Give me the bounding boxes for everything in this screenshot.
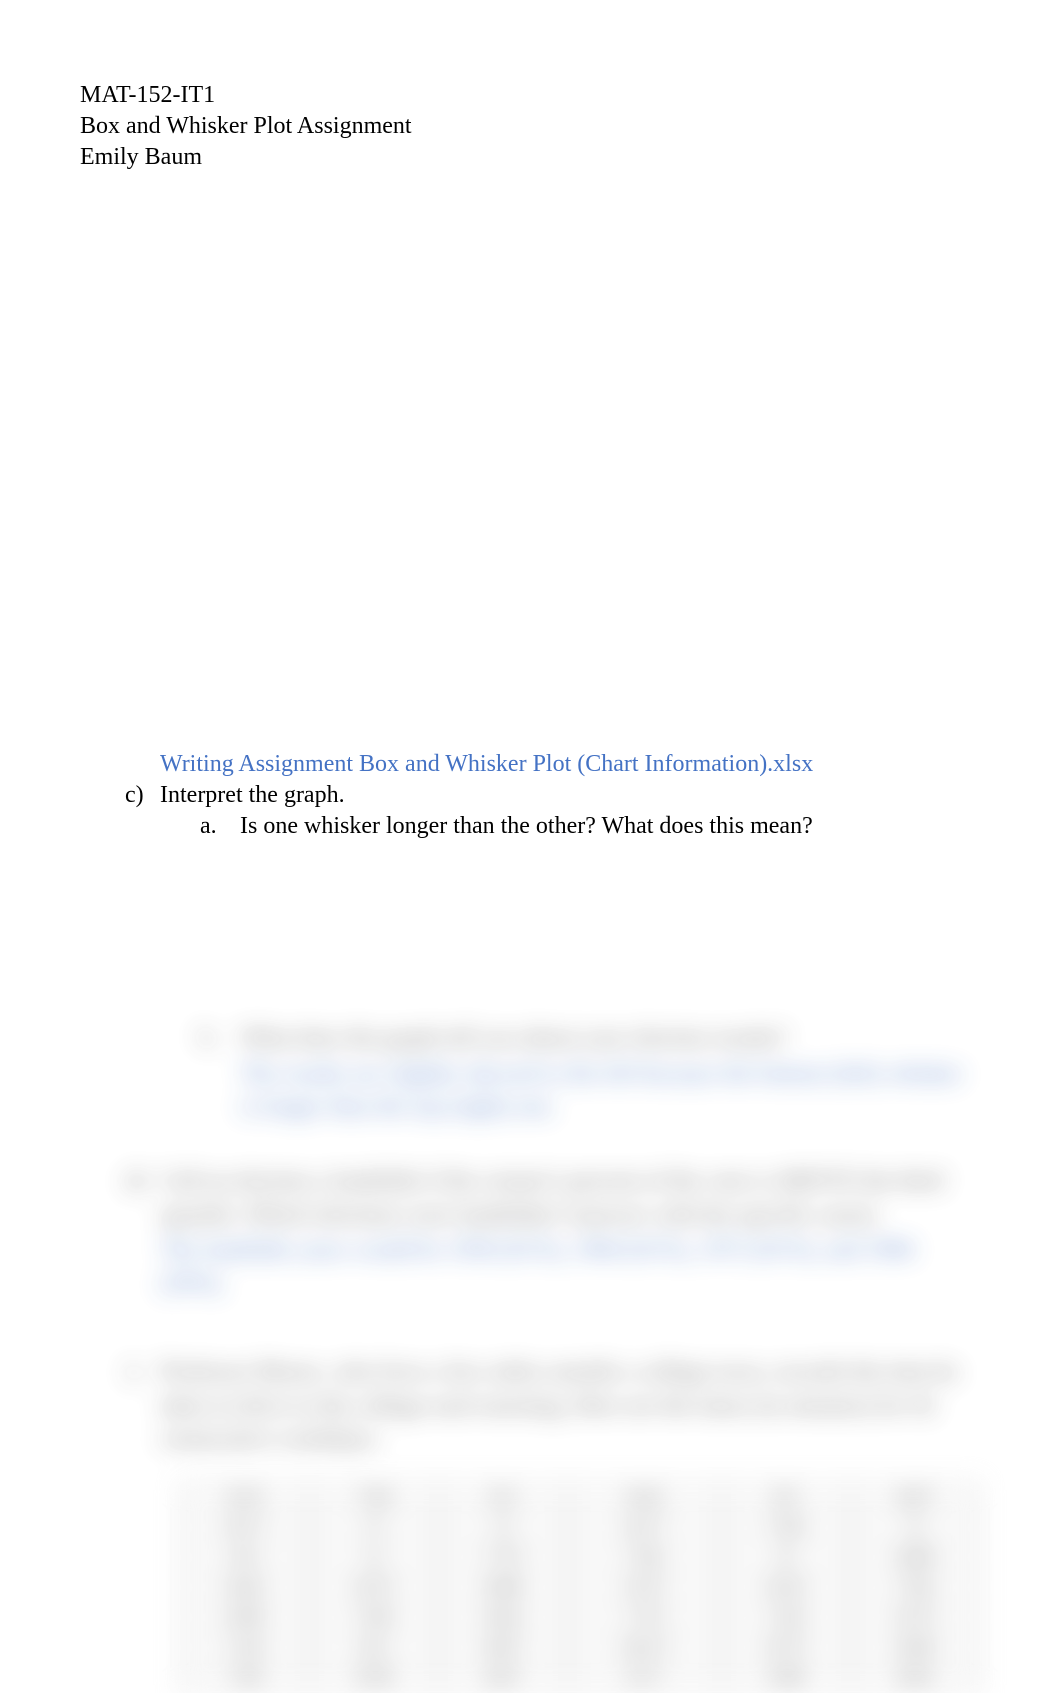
table-cell: 8.5 — [721, 1483, 850, 1513]
student-name: Emily Baum — [80, 142, 982, 173]
table-cell: 7.75 — [439, 1543, 568, 1573]
table-row: 8.257.838.38.428.58.67 — [181, 1483, 980, 1513]
table-cell: 8.42 — [568, 1483, 722, 1513]
list-text-c: Interpret the graph. — [160, 780, 345, 811]
assignment-title: Box and Whisker Plot Assignment — [80, 111, 982, 142]
blur-marker-d: d) — [125, 1165, 160, 1301]
table-cell: 8.17 — [568, 1513, 722, 1543]
table-cell: 7.83 — [310, 1603, 439, 1633]
table-cell: 8.58 — [181, 1603, 310, 1633]
blank-space — [80, 174, 982, 749]
table-cell: 7.92 — [721, 1513, 850, 1543]
table-cell: 7.83 — [181, 1663, 310, 1693]
table-cell: 8.08 — [439, 1573, 568, 1603]
table-row: 8.428.758.089.758.337.92 — [181, 1573, 980, 1603]
table-cell: 9.75 — [568, 1573, 722, 1603]
table-cell: 8.17 — [181, 1513, 310, 1543]
attachment-link[interactable]: Writing Assignment Box and Whisker Plot … — [160, 749, 982, 780]
table-cell: 8.33 — [721, 1573, 850, 1603]
table-cell: 9 — [310, 1543, 439, 1573]
table-cell: 8.67 — [439, 1633, 568, 1663]
table-cell: 9 — [439, 1513, 568, 1543]
list-text-a: Is one whisker longer than the other? Wh… — [240, 811, 813, 842]
table-cell: 8.5 — [310, 1633, 439, 1663]
table-cell: 7.42 — [721, 1603, 850, 1633]
blurred-preview-section: b. What does the graph tell you about yo… — [80, 1022, 982, 1693]
table-cell: 9.17 — [568, 1663, 722, 1693]
table-cell: 6.75 — [850, 1603, 979, 1633]
blur-item-b: b. What does the graph tell you about yo… — [200, 1022, 982, 1125]
table-row: 7.428.58.6710.178.758.58 — [181, 1633, 980, 1663]
table-cell: 8.3 — [439, 1483, 568, 1513]
table-cell: 8.5 — [181, 1543, 310, 1573]
table-cell: 9 — [850, 1513, 979, 1543]
list-marker-a: a. — [200, 811, 240, 842]
table-row: 7.838.588.679.179.088.83 — [181, 1663, 980, 1693]
table-row: 8.597.757.9288.08 — [181, 1543, 980, 1573]
blur-question-b: What does the graph tell you about your … — [240, 1022, 982, 1056]
table-cell: 8.42 — [439, 1603, 568, 1633]
table-row: 8.587.838.427.757.426.75 — [181, 1603, 980, 1633]
table-cell: 9.08 — [721, 1663, 850, 1693]
table-cell: 7.92 — [850, 1573, 979, 1603]
data-table: 8.257.838.38.428.58.678.17998.177.9298.5… — [180, 1482, 980, 1693]
table-cell: 8.75 — [721, 1633, 850, 1663]
blur-question-d: Call an election a landslide if the winn… — [160, 1165, 982, 1232]
table-row: 8.17998.177.929 — [181, 1513, 980, 1543]
list-item-a: a. Is one whisker longer than the other?… — [200, 811, 982, 842]
table-cell: 7.83 — [310, 1483, 439, 1513]
table-cell: 9 — [310, 1513, 439, 1543]
table-cell: 8.67 — [439, 1663, 568, 1693]
table-cell: 8.83 — [850, 1663, 979, 1693]
table-cell: 10.17 — [568, 1633, 722, 1663]
list-item-c: c) Interpret the graph. — [125, 780, 982, 811]
table-cell: 8.58 — [310, 1663, 439, 1693]
table-cell: 7.75 — [568, 1603, 722, 1633]
table-cell: 7.42 — [181, 1633, 310, 1663]
table-cell: 8.42 — [181, 1573, 310, 1603]
table-cell: 8.58 — [850, 1633, 979, 1663]
course-code: MAT-152-IT1 — [80, 80, 982, 111]
blur-answer-b: The results are slightly skewed to the l… — [240, 1058, 982, 1125]
blur-marker-b: b. — [200, 1022, 240, 1125]
blur-text-2: Professor Moore, who lives a few miles o… — [160, 1356, 982, 1457]
table-cell: 8.75 — [310, 1573, 439, 1603]
blur-answer-d: The landslide years would be 1936 (61%),… — [160, 1234, 982, 1301]
table-cell: 8.25 — [181, 1483, 310, 1513]
blur-item-2: 2. Professor Moore, who lives a few mile… — [125, 1356, 982, 1457]
table-cell: 7.92 — [568, 1543, 722, 1573]
list-marker-c: c) — [125, 780, 160, 811]
table-cell: 8.67 — [850, 1483, 979, 1513]
blur-marker-2: 2. — [125, 1356, 160, 1457]
blur-item-d: d) Call an election a landslide if the w… — [125, 1165, 982, 1301]
table-cell: 8.08 — [850, 1543, 979, 1573]
table-cell: 8 — [721, 1543, 850, 1573]
